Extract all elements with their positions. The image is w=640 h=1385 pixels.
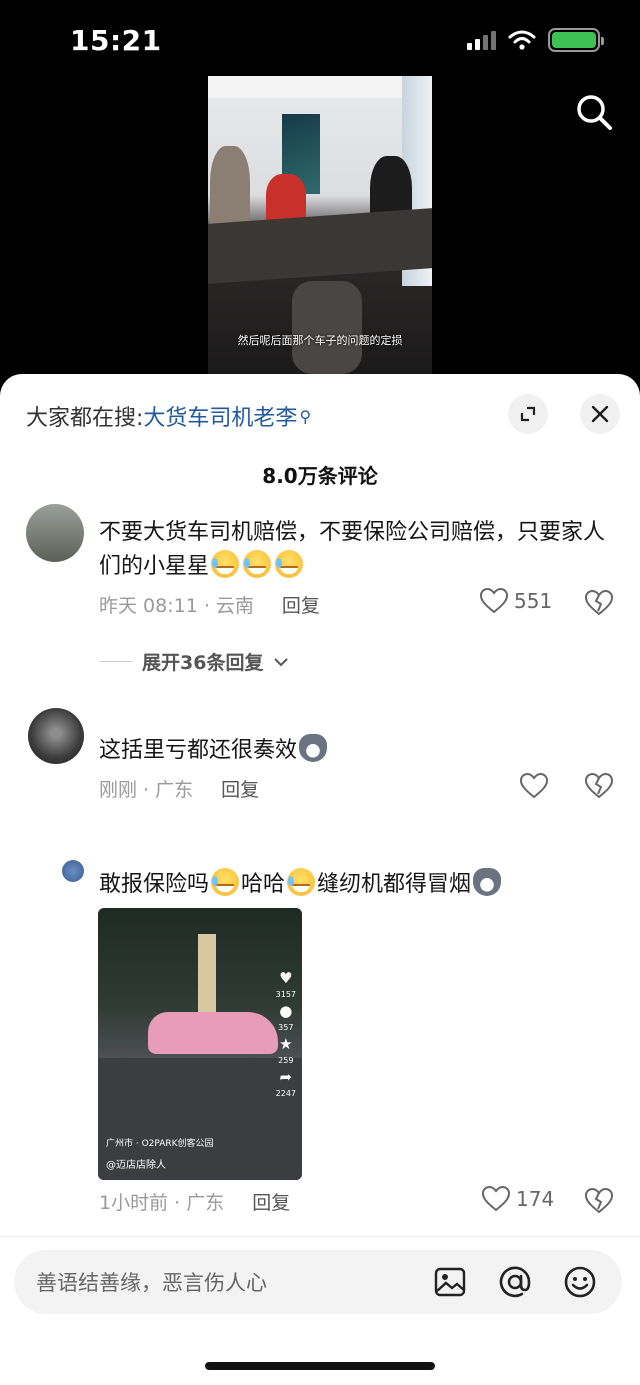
video-share-count: 2247	[275, 1089, 296, 1098]
search-button[interactable]	[572, 90, 616, 134]
comment-icon: ●	[279, 1002, 293, 1020]
like-button[interactable]	[520, 773, 548, 799]
expand-button[interactable]	[508, 394, 548, 434]
comment-panel: 大家都在搜: 大货车司机老李 ⚲ 8.0万条评论 不要大货车司机赔偿，不要保险公…	[0, 374, 640, 1385]
comment-text: 敢报保险吗 哈哈 缝纫机都得冒烟	[99, 868, 503, 902]
image-icon	[434, 1267, 466, 1297]
expand-icon	[520, 406, 536, 422]
comment-text: 这括里亏都还很奏效	[99, 734, 329, 768]
dislike-button[interactable]	[584, 772, 614, 803]
emoji-button[interactable]	[562, 1264, 598, 1300]
avatar[interactable]	[28, 708, 84, 764]
status-icons	[467, 28, 604, 52]
video-table-base	[292, 281, 362, 374]
video-frame[interactable]: 然后呢后面那个车子的问题的定损	[208, 76, 432, 374]
like-count: 551	[514, 589, 553, 613]
video-comment-count: 357	[278, 1023, 294, 1032]
broken-heart-icon	[584, 772, 614, 799]
cry-laugh-emoji	[211, 868, 240, 896]
comment-text: 不要大货车司机赔偿，不要保险公司赔偿，只要家人们的小星星	[99, 520, 606, 579]
comment-video-thumbnail[interactable]: ♥ 3157 ● 357 ★ 259 ➦ 2247 广州市 · O2PARK创客…	[98, 908, 302, 1180]
status-time: 15:21	[70, 24, 162, 57]
video-like-count: 3157	[275, 990, 296, 999]
like-button[interactable]: 174	[482, 1186, 554, 1212]
reply-button[interactable]: 回复	[221, 775, 259, 802]
status-bar: 15:21	[0, 0, 640, 80]
close-button[interactable]	[580, 394, 620, 434]
cry-laugh-emoji	[287, 868, 316, 896]
comment-meta: 刚刚 · 广东 回复	[99, 775, 259, 802]
search-icon: ⚲	[299, 406, 312, 426]
reply-button[interactable]: 回复	[282, 591, 320, 618]
comment-time-location: 昨天 08:11 · 云南	[99, 595, 254, 617]
like-button[interactable]: 551	[480, 588, 552, 614]
comment-input-placeholder: 善语结善缘，恶言伤人心	[36, 1271, 267, 1295]
battery-icon	[548, 28, 604, 52]
input-divider	[0, 1236, 640, 1237]
share-icon: ➦	[279, 1068, 293, 1086]
video-side-actions: ♥ 3157 ● 357 ★ 259 ➦ 2247	[276, 970, 296, 1098]
video-car	[148, 1012, 278, 1054]
search-icon	[577, 95, 612, 130]
heart-icon	[482, 1186, 510, 1212]
signal-icon	[467, 30, 496, 50]
dislike-button[interactable]	[584, 589, 614, 620]
divider-line	[100, 661, 132, 662]
comment-meta: 昨天 08:11 · 云南 回复	[99, 591, 320, 618]
star-icon: ★	[279, 1035, 293, 1053]
cry-laugh-emoji	[275, 550, 304, 578]
video-favorite-count: 259	[278, 1056, 294, 1065]
chevron-down-icon	[274, 657, 289, 666]
at-icon	[499, 1266, 531, 1298]
cry-laugh-emoji	[243, 550, 272, 578]
comment-time-location: 刚刚 · 广东	[99, 779, 194, 801]
heart-icon: ♥	[279, 969, 293, 987]
emoji-icon	[564, 1266, 596, 1298]
like-count: 174	[516, 1187, 555, 1211]
dislike-button[interactable]	[584, 1187, 614, 1218]
close-icon	[591, 405, 609, 423]
husky-emoji	[299, 734, 328, 762]
home-indicator[interactable]	[205, 1362, 435, 1370]
video-subtitle: 然后呢后面那个车子的问题的定损	[237, 334, 403, 347]
expand-replies-label: 展开36条回复	[142, 652, 264, 674]
heart-icon	[520, 773, 548, 799]
video-tower	[198, 934, 216, 1024]
reply-button[interactable]: 回复	[252, 1188, 290, 1215]
trending-search[interactable]: 大家都在搜: 大货车司机老李 ⚲	[26, 400, 311, 432]
heart-icon	[480, 588, 508, 614]
expand-replies-button[interactable]: 展开36条回复	[100, 648, 289, 675]
broken-heart-icon	[584, 589, 614, 616]
video-author: @迈店店除人	[106, 1160, 166, 1171]
trending-keyword[interactable]: 大货车司机老李	[143, 400, 297, 432]
cry-laugh-emoji	[211, 550, 240, 578]
wifi-icon	[508, 30, 536, 50]
avatar[interactable]	[62, 860, 84, 882]
mention-button[interactable]	[497, 1264, 533, 1300]
comment-input[interactable]: 善语结善缘，恶言伤人心	[14, 1250, 622, 1314]
comment-time-location: 1小时前 · 广东	[99, 1192, 225, 1214]
husky-emoji	[473, 868, 502, 896]
comment-count: 8.0万条评论	[262, 464, 378, 488]
video-location: 广州市 · O2PARK创客公园	[106, 1139, 214, 1149]
trending-prefix: 大家都在搜:	[26, 406, 144, 431]
comment-meta: 1小时前 · 广东 回复	[99, 1188, 290, 1215]
image-button[interactable]	[432, 1264, 468, 1300]
broken-heart-icon	[584, 1187, 614, 1214]
avatar[interactable]	[26, 504, 84, 562]
